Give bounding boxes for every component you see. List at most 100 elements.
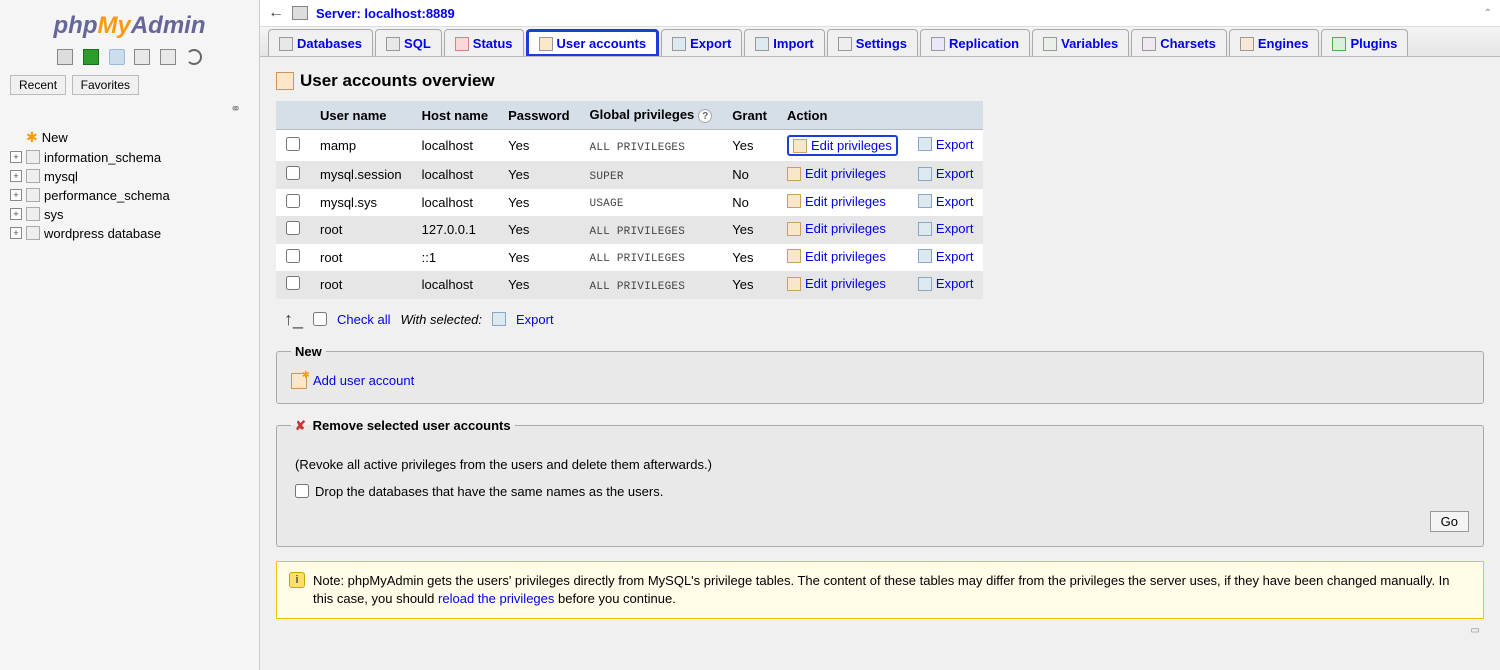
edit-privileges-icon [787,222,801,236]
expand-icon[interactable]: + [10,189,22,201]
tab-variables[interactable]: Variables [1032,29,1129,56]
server-link[interactable]: Server: localhost:8889 [316,6,455,21]
edit-privileges-link[interactable]: Edit privileges [811,138,892,153]
edit-privileges-link[interactable]: Edit privileges [805,276,886,291]
row-checkbox[interactable] [286,221,300,235]
tab-sql[interactable]: SQL [375,29,442,56]
table-row: mamplocalhostYesALL PRIVILEGESYesEdit pr… [276,130,983,162]
tab-databases[interactable]: Databases [268,29,373,56]
cell-edit: Edit privileges [777,189,908,217]
tree-db-item[interactable]: + performance_schema [10,186,249,205]
edit-privileges-icon [793,139,807,153]
edit-privileges-link[interactable]: Edit privileges [805,249,886,264]
tab-icon [1240,37,1254,51]
export-row-link[interactable]: Export [936,249,974,264]
tab-label: SQL [404,36,431,51]
tab-icon [1142,37,1156,51]
row-checkbox[interactable] [286,249,300,263]
tab-status[interactable]: Status [444,29,524,56]
recent-button[interactable]: Recent [10,75,66,95]
table-row: rootlocalhostYesALL PRIVILEGESYesEdit pr… [276,271,983,299]
server-icon [292,6,308,20]
go-button[interactable]: Go [1430,511,1469,532]
cell-username: mysql.session [310,161,412,189]
tab-label: Databases [297,36,362,51]
sql-query-icon[interactable] [134,49,150,65]
tree-db-label: wordpress database [44,226,161,241]
row-checkbox[interactable] [286,194,300,208]
cell-username: root [310,216,412,244]
add-user-icon [291,373,307,389]
row-checkbox[interactable] [286,137,300,151]
export-row-link[interactable]: Export [936,166,974,181]
row-checkbox[interactable] [286,166,300,180]
export-row-link[interactable]: Export [936,276,974,291]
row-checkbox[interactable] [286,276,300,290]
tab-replication[interactable]: Replication [920,29,1030,56]
tab-icon [455,37,469,51]
tree-new[interactable]: ✱ New [10,127,249,148]
export-row-link[interactable]: Export [936,221,974,236]
tab-charsets[interactable]: Charsets [1131,29,1227,56]
cell-export: Export [908,161,984,189]
cell-username: mamp [310,130,412,162]
reload-icon[interactable] [186,49,202,65]
expand-icon[interactable]: + [10,208,22,220]
cell-edit: Edit privileges [777,130,908,162]
expand-icon[interactable]: + [10,170,22,182]
favorites-button[interactable]: Favorites [72,75,139,95]
table-row: mysql.syslocalhostYesUSAGENoEdit privile… [276,189,983,217]
tree-db-item[interactable]: +mysql [10,167,249,186]
expand-icon[interactable]: + [10,151,22,163]
cell-privileges: SUPER [580,161,723,189]
page-title-text: User accounts overview [300,71,495,91]
export-icon [492,312,506,326]
tree-db-item[interactable]: + wordpress database [10,224,249,243]
docs-icon[interactable] [109,49,125,65]
cell-privileges: ALL PRIVILEGES [580,216,723,244]
export-selected-link[interactable]: Export [516,312,554,327]
add-user-account-link[interactable]: Add user account [313,373,414,388]
content-area: User accounts overview User name Host na… [260,57,1500,670]
tab-label: Import [773,36,813,51]
cell-hostname: localhost [412,130,498,162]
tab-import[interactable]: Import [744,29,824,56]
cell-grant: Yes [722,244,777,272]
tab-user-accounts[interactable]: User accounts [526,29,660,56]
cell-hostname: localhost [412,271,498,299]
check-all-link[interactable]: Check all [337,312,390,327]
cell-export: Export [908,271,984,299]
new-star-icon: ✱ [26,129,38,146]
back-arrow-icon[interactable]: ← [268,4,284,22]
tab-export[interactable]: Export [661,29,742,56]
phpmyadmin-logo: phpMyAdmin [0,6,259,42]
export-row-link[interactable]: Export [936,194,974,209]
edit-privileges-link[interactable]: Edit privileges [805,166,886,181]
edit-privileges-icon [787,277,801,291]
check-all-checkbox[interactable] [313,312,327,326]
tab-settings[interactable]: Settings [827,29,918,56]
edit-privileges-link[interactable]: Edit privileges [805,221,886,236]
tab-plugins[interactable]: Plugins [1321,29,1408,56]
reload-privileges-link[interactable]: reload the privileges [438,591,554,606]
collapse-footer-icon[interactable]: ▭ [276,619,1484,642]
export-row-link[interactable]: Export [936,137,974,152]
cell-edit: Edit privileges [777,216,908,244]
collapse-top-icon[interactable]: ⌃ [1484,8,1492,19]
tree-new-label: New [42,130,68,145]
logout-icon[interactable] [83,49,99,65]
tab-engines[interactable]: Engines [1229,29,1320,56]
with-selected-label: With selected: [400,312,482,327]
tree-db-label: performance_schema [44,188,170,203]
expand-icon[interactable]: + [10,227,22,239]
tree-db-item[interactable]: +sys [10,205,249,224]
home-icon[interactable] [57,49,73,65]
help-icon[interactable]: ? [698,109,712,123]
collapse-link-icon[interactable]: ⚭ [0,99,259,119]
cell-password: Yes [498,130,579,162]
edit-privileges-link[interactable]: Edit privileges [805,194,886,209]
cell-hostname: ::1 [412,244,498,272]
navigation-panel-icon[interactable] [160,49,176,65]
drop-databases-checkbox[interactable] [295,484,309,498]
tree-db-item[interactable]: +information_schema [10,148,249,167]
